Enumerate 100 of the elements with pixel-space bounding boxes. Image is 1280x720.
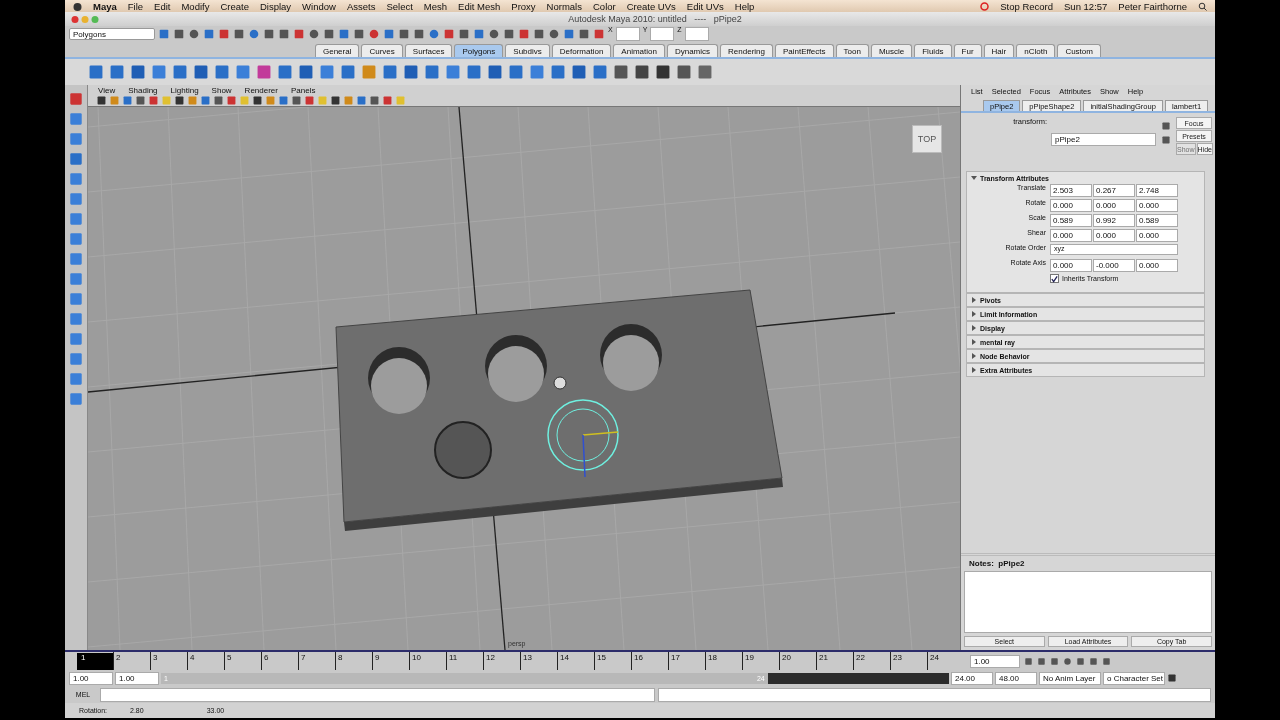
shelf-tab[interactable]: Subdivs <box>505 44 550 57</box>
disclosure-icon[interactable] <box>971 311 977 317</box>
frame-number[interactable]: 10 <box>412 653 421 662</box>
disclosure-icon[interactable] <box>971 325 977 331</box>
menu-item[interactable]: Assets <box>346 0 376 12</box>
menu-item[interactable]: Select <box>386 0 413 12</box>
menu-item[interactable]: Help <box>734 0 755 12</box>
frame-number[interactable]: 20 <box>782 653 791 662</box>
attribute-field[interactable]: 2.748 <box>1136 184 1178 197</box>
toolbar-icon[interactable] <box>203 28 215 40</box>
frame-number[interactable]: 19 <box>745 653 754 662</box>
shelf-tab[interactable]: General <box>315 44 360 57</box>
menu-item[interactable]: Maya <box>93 0 117 12</box>
tool-icon[interactable] <box>68 271 84 287</box>
toolbar-icon[interactable] <box>248 28 260 40</box>
toolbar-icon[interactable] <box>473 28 485 40</box>
current-frame-field[interactable]: 1.00 <box>970 654 1020 668</box>
start-field[interactable]: 1.00 <box>115 671 159 685</box>
frame-number[interactable]: 22 <box>856 653 865 662</box>
shelf-tab[interactable]: nCloth <box>1016 44 1056 57</box>
status-text[interactable]: Stop Record <box>1000 0 1053 12</box>
tool-icon[interactable] <box>68 371 84 387</box>
disclosure-icon[interactable] <box>971 339 977 345</box>
tool-icon[interactable] <box>68 211 84 227</box>
toolbar-icon[interactable] <box>533 28 545 40</box>
frame-number[interactable]: 7 <box>301 653 306 662</box>
attribute-field[interactable]: 0.000 <box>1093 229 1135 242</box>
toolbar-icon[interactable] <box>548 28 560 40</box>
viewport-menu-item[interactable]: Show <box>211 85 232 95</box>
disclosure-icon[interactable] <box>971 353 977 359</box>
toolbar-icon[interactable] <box>458 28 470 40</box>
viewport-tool-icon[interactable] <box>252 95 263 106</box>
shelf-tab[interactable]: Custom <box>1057 44 1101 57</box>
shelf-tab[interactable]: Polygons <box>454 44 504 57</box>
toolbar-icon[interactable] <box>293 28 305 40</box>
shelf-tab[interactable]: Fur <box>953 44 982 57</box>
tool-icon[interactable] <box>68 191 84 207</box>
menu-item[interactable]: Create UVs <box>626 0 676 12</box>
menu-item[interactable]: Modify <box>181 0 210 12</box>
shelf-tab[interactable]: Animation <box>613 44 665 57</box>
toolbar-icon[interactable] <box>188 28 200 40</box>
tool-icon[interactable] <box>68 291 84 307</box>
viewport-tool-icon[interactable] <box>174 95 185 106</box>
toolbar-icon[interactable] <box>443 28 455 40</box>
frame-number[interactable]: 6 <box>264 653 269 662</box>
viewport-menu-item[interactable]: View <box>98 85 116 95</box>
tool-icon[interactable] <box>68 91 84 107</box>
toolbar-icon[interactable] <box>308 28 320 40</box>
tool-icon[interactable] <box>68 111 84 127</box>
shelf-tab[interactable]: Deformation <box>551 44 612 57</box>
coordinate-field[interactable] <box>684 27 709 41</box>
frame-number[interactable]: 21 <box>819 653 828 662</box>
tool-icon[interactable] <box>68 331 84 347</box>
shelf-tab[interactable]: Muscle <box>870 44 913 57</box>
frame-number[interactable]: 4 <box>190 653 195 662</box>
toolbar-icon[interactable] <box>323 28 335 40</box>
character-set-dropdown[interactable]: o Character Set <box>1103 671 1165 685</box>
frame-number[interactable]: 14 <box>560 653 569 662</box>
attribute-field[interactable]: 0.000 <box>1050 229 1092 242</box>
frame-number[interactable]: 11 <box>449 653 458 662</box>
attribute-field[interactable]: 0.000 <box>1093 199 1135 212</box>
toolbar-icon[interactable] <box>398 28 410 40</box>
tool-icon[interactable] <box>68 131 84 147</box>
menu-item[interactable]: Edit Mesh <box>458 0 501 12</box>
menu-item[interactable]: Proxy <box>511 0 536 12</box>
end-field[interactable]: 24.00 <box>951 671 993 685</box>
viewport-tool-icon[interactable] <box>369 95 380 106</box>
toolbar-icon[interactable] <box>338 28 350 40</box>
attribute-field[interactable]: 0.992 <box>1093 214 1135 227</box>
toolbar-icon[interactable] <box>428 28 440 40</box>
toolbar-icon[interactable] <box>488 28 500 40</box>
viewport-tool-icon[interactable] <box>291 95 302 106</box>
attribute-field[interactable]: 0.000 <box>1050 199 1092 212</box>
viewport-tool-icon[interactable] <box>213 95 224 106</box>
anim-layer-dropdown[interactable]: No Anim Layer <box>1039 671 1101 685</box>
tool-icon[interactable] <box>68 171 84 187</box>
disclosure-icon[interactable] <box>971 367 977 373</box>
shelf-tab[interactable]: PaintEffects <box>775 44 834 57</box>
tool-icon[interactable] <box>68 251 84 267</box>
toolbar-icon[interactable] <box>383 28 395 40</box>
menu-item[interactable]: Edit <box>154 0 171 12</box>
viewport-menu-item[interactable]: Shading <box>128 85 158 95</box>
node-name-field[interactable]: pPipe2 <box>1051 133 1156 146</box>
toolbar-icon[interactable] <box>413 28 425 40</box>
frame-number[interactable]: 24 <box>930 653 939 662</box>
attribute-field[interactable]: 0.000 <box>1136 199 1178 212</box>
window-controls-icon[interactable] <box>71 14 101 24</box>
checkbox[interactable] <box>1050 274 1059 283</box>
frame-number[interactable]: 15 <box>597 653 606 662</box>
coordinate-field[interactable] <box>615 27 640 41</box>
shelf-tab[interactable]: Toon <box>835 44 869 57</box>
attribute-field[interactable]: 0.267 <box>1093 184 1135 197</box>
toolbar-icon[interactable] <box>578 28 590 40</box>
tool-icon[interactable] <box>68 151 84 167</box>
menu-item[interactable]: Edit UVs <box>686 0 724 12</box>
tool-icon[interactable] <box>68 391 84 407</box>
shelf-tab[interactable]: Surfaces <box>404 44 453 57</box>
menu-item[interactable]: File <box>127 0 144 12</box>
shelf-tab[interactable]: Curves <box>361 44 403 57</box>
search-icon[interactable] <box>1198 1 1207 11</box>
